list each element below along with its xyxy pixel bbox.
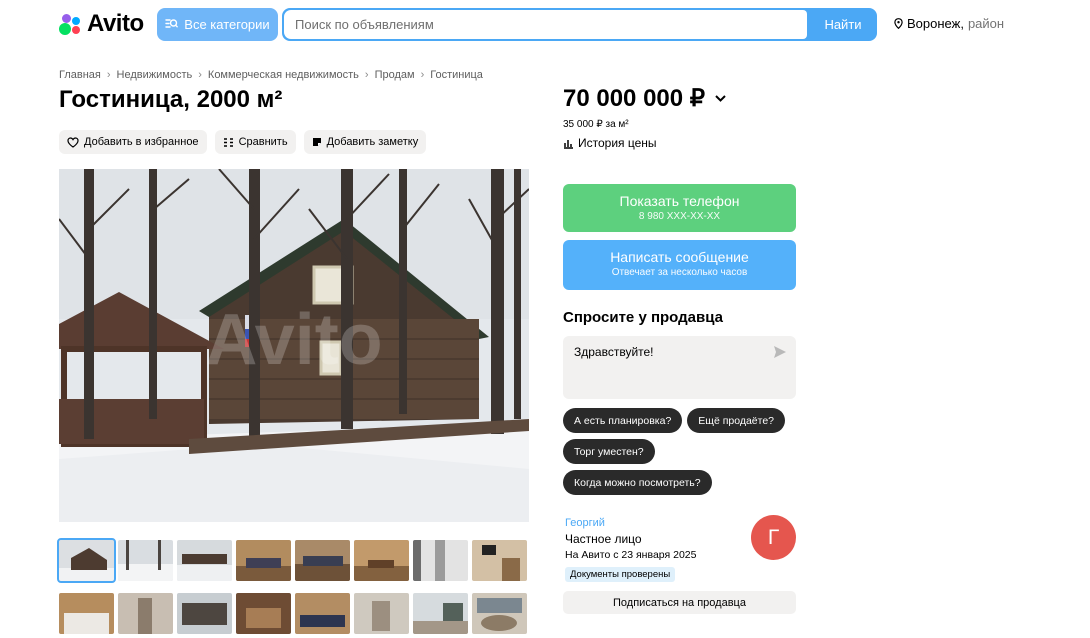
price-history-label: История цены	[578, 136, 657, 150]
compare-icon	[223, 137, 233, 147]
thumbnail[interactable]	[354, 593, 409, 634]
thumbnail[interactable]	[295, 593, 350, 634]
seller-type: Частное лицо	[565, 532, 642, 546]
thumbnail[interactable]	[413, 540, 468, 581]
thumbnail[interactable]	[118, 540, 173, 581]
note-icon	[312, 138, 321, 146]
chart-icon	[564, 139, 573, 149]
breadcrumb-hotel[interactable]: Гостиница	[430, 69, 483, 81]
listing-title: Гостиница, 2000 м²	[59, 86, 283, 113]
subscribe-seller-button[interactable]: Подписаться на продавца	[563, 591, 796, 614]
search-button[interactable]: Найти	[809, 8, 877, 41]
thumbnail[interactable]	[472, 593, 527, 634]
show-phone-label: Показать телефон	[619, 193, 740, 209]
thumbnail[interactable]	[59, 593, 114, 634]
location-city: Воронеж,	[907, 16, 964, 31]
breadcrumb-realty[interactable]: Недвижимость	[117, 69, 193, 81]
thumbnail[interactable]	[354, 540, 409, 581]
quick-question-chip[interactable]: А есть планировка?	[563, 408, 683, 433]
send-icon[interactable]	[773, 345, 787, 359]
listing-photo-image: Avito	[59, 169, 529, 522]
ask-message-text: Здравствуйте!	[574, 345, 654, 359]
phone-masked: 8 980 XXX-XX-XX	[638, 211, 721, 222]
add-note-button[interactable]: Добавить заметку	[303, 130, 427, 154]
add-to-favorites-button[interactable]: Добавить в избранное	[59, 130, 207, 154]
quick-question-chip[interactable]: Ещё продаёте?	[687, 408, 786, 433]
compare-label: Сравнить	[238, 136, 288, 148]
breadcrumb-separator-icon: ›	[106, 69, 111, 81]
listing-actions: Добавить в избранное Сравнить Добавить з…	[59, 130, 427, 154]
quick-question-chip[interactable]: Торг уместен?	[563, 439, 655, 464]
price-value: 70 000 000 ₽	[563, 85, 706, 112]
price-history-link[interactable]: История цены	[563, 136, 657, 150]
location-area: район	[967, 16, 1005, 31]
avatar[interactable]: Г	[751, 515, 796, 560]
photo-watermark: Avito	[205, 300, 382, 380]
logo-text: Avito	[87, 10, 144, 37]
show-phone-button[interactable]: Показать телефон 8 980 XXX-XX-XX	[563, 184, 796, 232]
search-input[interactable]	[284, 10, 807, 39]
thumbnail[interactable]	[236, 593, 291, 634]
breadcrumb-separator-icon: ›	[198, 69, 202, 81]
seller-since: На Авито с 23 января 2025	[565, 549, 697, 561]
breadcrumb: Главная › Недвижимость › Коммерческая не…	[59, 69, 483, 81]
all-categories-button[interactable]: Все категории	[157, 8, 278, 41]
location-selector[interactable]: Воронеж, район	[894, 16, 1004, 31]
breadcrumb-separator-icon: ›	[420, 69, 425, 81]
compare-button[interactable]: Сравнить	[214, 130, 296, 154]
thumbnail[interactable]	[295, 540, 350, 581]
breadcrumb-home[interactable]: Главная	[59, 69, 101, 81]
seller-name[interactable]: Георгий	[565, 517, 605, 529]
thumbnail-row	[59, 593, 527, 634]
reply-time: Отвечает за несколько часов	[611, 267, 748, 278]
thumbnail-row	[57, 538, 527, 583]
categories-search-icon	[165, 18, 179, 32]
breadcrumb-separator-icon: ›	[364, 69, 369, 81]
main-photo[interactable]: Avito	[59, 169, 529, 522]
ask-message-field[interactable]: Здравствуйте!	[563, 336, 796, 399]
heart-icon	[67, 136, 79, 148]
thumbnail[interactable]	[413, 593, 468, 634]
favorite-label: Добавить в избранное	[84, 136, 199, 148]
quick-question-chip[interactable]: Когда можно посмотреть?	[563, 470, 712, 495]
write-message-label: Написать сообщение	[610, 249, 749, 265]
thumbnail[interactable]	[236, 540, 291, 581]
breadcrumb-commercial[interactable]: Коммерческая недвижимость	[208, 69, 359, 81]
quick-questions: А есть планировка? Ещё продаёте? Торг ум…	[563, 408, 803, 495]
search-bar: Найти	[282, 8, 877, 41]
logo-dots-icon	[59, 13, 81, 35]
documents-verified-badge: Документы проверены	[565, 567, 676, 582]
thumbnail[interactable]	[472, 540, 527, 581]
thumbnail[interactable]	[177, 593, 232, 634]
write-message-button[interactable]: Написать сообщение Отвечает за несколько…	[563, 240, 796, 290]
price[interactable]: 70 000 000 ₽	[563, 84, 726, 113]
note-label: Добавить заметку	[326, 136, 419, 148]
price-per-meter: 35 000 ₽ за м²	[563, 119, 629, 130]
breadcrumb-sell[interactable]: Продам	[375, 69, 415, 81]
thumbnail[interactable]	[57, 538, 116, 583]
all-categories-label: Все категории	[184, 17, 270, 32]
thumbnail[interactable]	[118, 593, 173, 634]
chevron-down-icon	[715, 95, 726, 102]
ask-seller-title: Спросите у продавца	[563, 309, 723, 326]
avito-logo[interactable]: Avito	[59, 10, 144, 37]
location-pin-icon	[894, 18, 903, 29]
thumbnail[interactable]	[177, 540, 232, 581]
